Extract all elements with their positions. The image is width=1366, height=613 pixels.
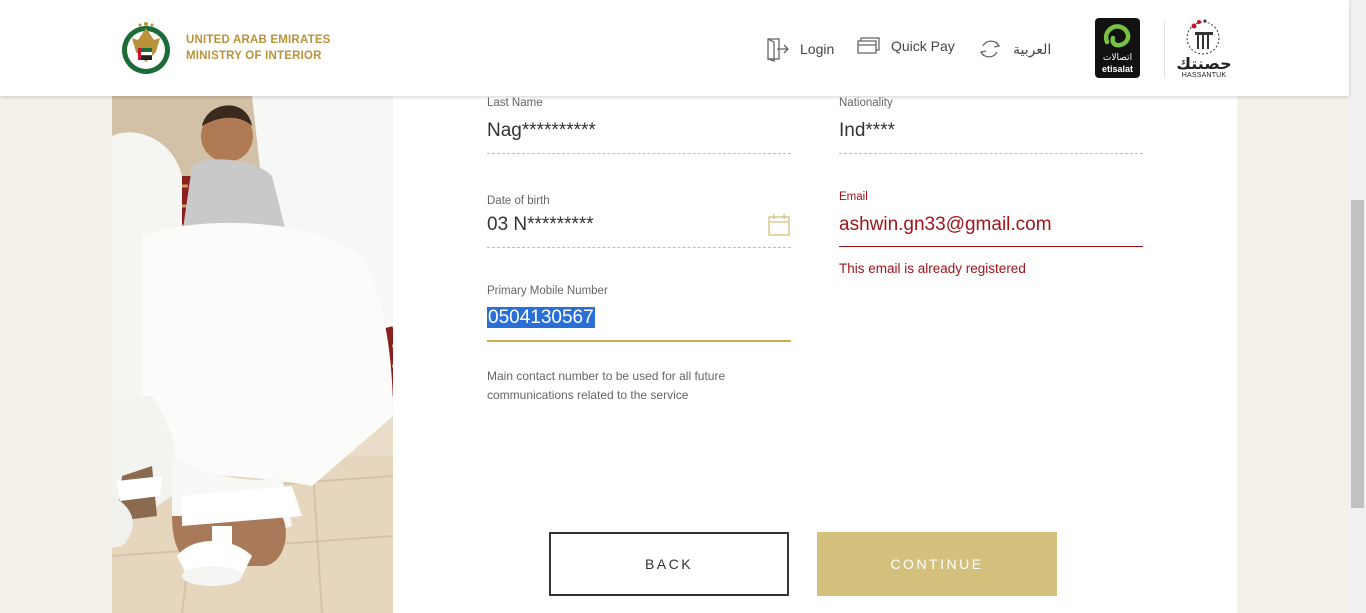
mobile-underline [487,340,791,342]
hassantuk-english-text: HASSANTUK [1181,72,1227,79]
last-name-underline [487,153,791,154]
header-divider [1164,20,1165,78]
language-label: العربية [1013,40,1052,57]
mobile-label: Primary Mobile Number [487,285,608,297]
card-icon [857,37,880,54]
email-error-message: This email is already registered [839,261,1026,276]
language-switch-icon [979,40,1001,58]
back-button[interactable]: BACK [549,532,789,596]
family-photo [112,96,393,613]
hassantuk-logo-icon [1186,19,1220,55]
email-input[interactable]: ashwin.gn33@gmail.com [839,214,1052,236]
etisalat-logo[interactable]: اتصالات etisalat [1095,18,1140,78]
calendar-icon[interactable] [768,213,790,237]
quick-pay-label: Quick Pay [891,38,955,54]
hassantuk-arabic-text: حصنتك [1176,56,1232,73]
mobile-selected-text: 0504130567 [487,307,595,328]
dob-label: Date of birth [487,195,550,207]
uae-emblem-icon[interactable] [120,18,172,76]
brand-line-2: MINISTRY OF INTERIOR [186,50,322,62]
last-name-value[interactable]: Nag********** [487,120,596,142]
login-label: Login [800,41,835,57]
etisalat-logo-icon [1103,24,1131,48]
login-link[interactable]: Login [764,36,834,62]
ministry-brand[interactable]: UNITED ARAB EMIRATES MINISTRY OF INTERIO… [186,32,331,64]
dob-underline [487,247,791,248]
login-icon [767,38,789,62]
site-header: UNITED ARAB EMIRATES MINISTRY OF INTERIO… [0,0,1349,96]
etisalat-arabic-text: اتصالات [1102,52,1133,62]
scrollbar-thumb[interactable] [1351,200,1364,508]
last-name-label: Last Name [487,97,543,109]
continue-button[interactable]: CONTINUE [817,532,1057,596]
mobile-input[interactable]: 0504130567 [487,307,595,329]
nationality-underline [839,153,1143,154]
brand-line-1: UNITED ARAB EMIRATES [186,34,331,46]
quick-pay-link[interactable]: Quick Pay [857,36,955,56]
nationality-value[interactable]: Ind**** [839,120,895,142]
dob-value[interactable]: 03 N********* [487,214,594,236]
email-label: Email [839,191,868,203]
etisalat-english-text: etisalat [1101,64,1134,74]
mobile-help-text: Main contact number to be used for all f… [487,369,726,402]
language-switch[interactable]: العربية [977,36,1051,62]
nationality-label: Nationality [839,97,893,109]
email-underline [839,246,1143,247]
hassantuk-logo[interactable]: حصنتك HASSANTUK [1175,16,1233,80]
